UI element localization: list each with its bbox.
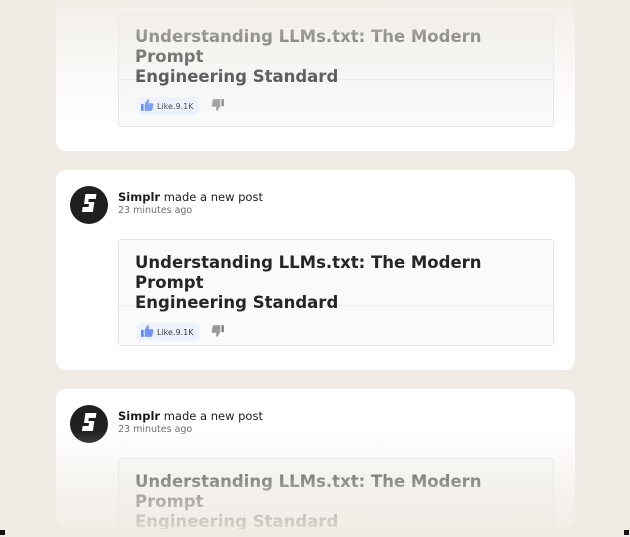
- simplr-logo-icon: [76, 190, 102, 220]
- dislike-button[interactable]: [211, 97, 225, 116]
- like-count: Like.9.1K: [157, 327, 194, 337]
- feed-card: Simplr made a new post 23 minutes ago Un…: [56, 170, 575, 370]
- like-button[interactable]: Like.9.1K: [137, 323, 200, 342]
- post-title-line: Understanding LLMs.txt: The Modern Promp…: [135, 253, 482, 292]
- thumbs-down-icon: [211, 323, 225, 342]
- timestamp: 23 minutes ago: [118, 424, 193, 435]
- feed-card: Understanding LLMs.txt: The Modern Promp…: [56, 0, 575, 151]
- activity-feed: Understanding LLMs.txt: The Modern Promp…: [0, 0, 630, 537]
- author-name[interactable]: Simplr: [118, 409, 160, 423]
- feed-card: Simplr made a new post 23 minutes ago Un…: [56, 389, 575, 529]
- author-name[interactable]: Simplr: [118, 190, 160, 204]
- post-header: Simplr made a new post 23 minutes ago: [70, 186, 263, 224]
- thumbs-up-icon: [140, 97, 154, 116]
- like-count: Like.9.1K: [157, 101, 194, 111]
- post-title[interactable]: Understanding LLMs.txt: The Modern Promp…: [119, 459, 553, 529]
- post-action: made a new post: [163, 409, 263, 423]
- like-button[interactable]: Like.9.1K: [137, 97, 200, 116]
- frame-corner: [0, 530, 5, 535]
- thumbs-down-icon: [211, 97, 225, 116]
- post-activity: Simplr made a new post: [118, 190, 263, 204]
- post-preview[interactable]: Understanding LLMs.txt: The Modern Promp…: [118, 458, 554, 529]
- post-meta: Simplr made a new post 23 minutes ago: [118, 186, 263, 217]
- simplr-logo-icon: [76, 409, 102, 439]
- thumbs-up-icon: [140, 323, 154, 342]
- timestamp: 23 minutes ago: [118, 205, 193, 216]
- avatar[interactable]: [70, 405, 108, 443]
- post-preview[interactable]: Understanding LLMs.txt: The Modern Promp…: [118, 239, 554, 346]
- dislike-button[interactable]: [211, 323, 225, 342]
- post-title-line: Understanding LLMs.txt: The Modern Promp…: [135, 27, 482, 66]
- post-title-line: Understanding LLMs.txt: The Modern Promp…: [135, 472, 482, 511]
- avatar[interactable]: [70, 186, 108, 224]
- post-title-line: Engineering Standard: [135, 512, 339, 529]
- post-action: made a new post: [163, 190, 263, 204]
- post-title[interactable]: Understanding LLMs.txt: The Modern Promp…: [119, 240, 553, 312]
- post-meta: Simplr made a new post 23 minutes ago: [118, 405, 263, 436]
- post-title[interactable]: Understanding LLMs.txt: The Modern Promp…: [119, 14, 553, 86]
- post-preview[interactable]: Understanding LLMs.txt: The Modern Promp…: [118, 13, 554, 127]
- post-activity: Simplr made a new post: [118, 409, 263, 423]
- frame-corner: [624, 530, 629, 535]
- post-header: Simplr made a new post 23 minutes ago: [70, 405, 263, 443]
